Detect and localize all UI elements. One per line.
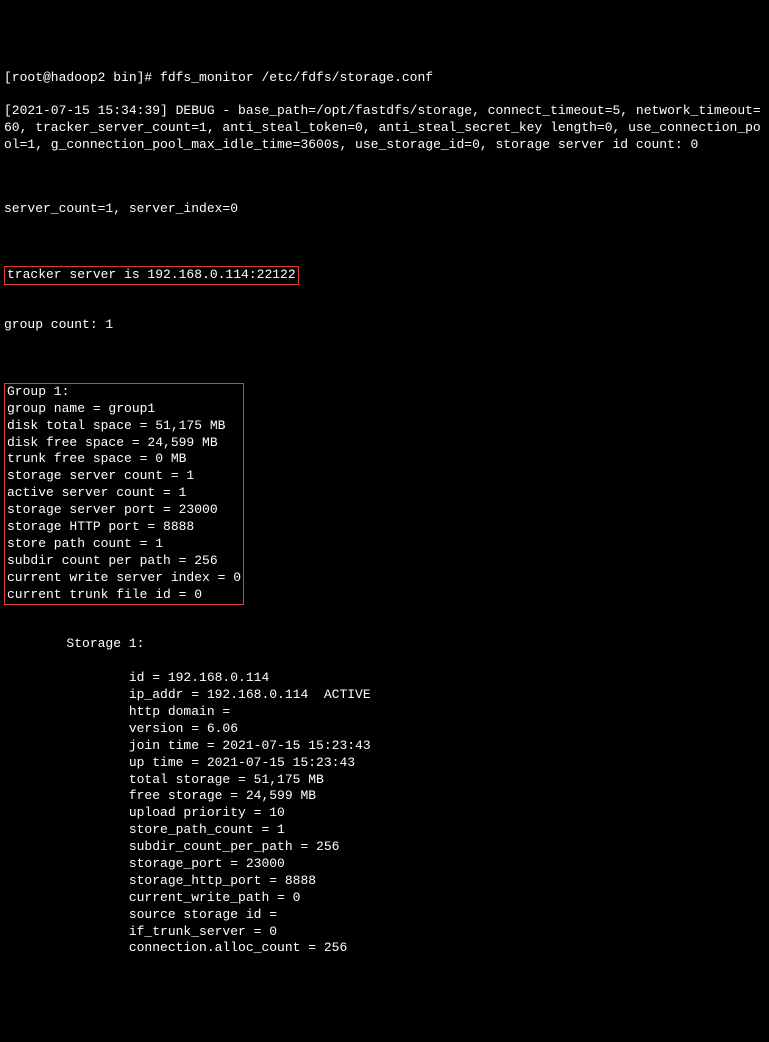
storage-line: ip_addr = 192.168.0.114 ACTIVE	[4, 687, 765, 704]
blank-line	[4, 287, 765, 300]
command-prompt: [root@hadoop2 bin]# fdfs_monitor /etc/fd…	[4, 70, 765, 87]
group-info-box: Group 1: group name = group1 disk total …	[4, 383, 244, 605]
blank-line	[4, 607, 765, 620]
storage-line: total storage = 51,175 MB	[4, 772, 765, 789]
group-count-line: group count: 1	[4, 317, 765, 334]
blank-line	[4, 351, 765, 364]
storage-line: connection.alloc_count = 256	[4, 940, 765, 957]
storage-line: join time = 2021-07-15 15:23:43	[4, 738, 765, 755]
storage-line: store_path_count = 1	[4, 822, 765, 839]
storage-line: version = 6.06	[4, 721, 765, 738]
storage-line: up time = 2021-07-15 15:23:43	[4, 755, 765, 772]
storage-line: current_write_path = 0	[4, 890, 765, 907]
storage-details: id = 192.168.0.114 ip_addr = 192.168.0.1…	[4, 670, 765, 957]
blank-line	[4, 171, 765, 184]
storage-header: Storage 1:	[4, 636, 765, 653]
debug-output: [2021-07-15 15:34:39] DEBUG - base_path=…	[4, 103, 765, 154]
storage-line: source storage id =	[4, 907, 765, 924]
storage-line: storage_port = 23000	[4, 856, 765, 873]
tracker-server-box: tracker server is 192.168.0.114:22122	[4, 266, 299, 285]
storage-line: http domain =	[4, 704, 765, 721]
storage-line: free storage = 24,599 MB	[4, 788, 765, 805]
storage-line: storage_http_port = 8888	[4, 873, 765, 890]
storage-line: upload priority = 10	[4, 805, 765, 822]
server-count-line: server_count=1, server_index=0	[4, 201, 765, 218]
storage-line: subdir_count_per_path = 256	[4, 839, 765, 856]
storage-line: id = 192.168.0.114	[4, 670, 765, 687]
blank-line	[4, 235, 765, 248]
storage-line: if_trunk_server = 0	[4, 924, 765, 941]
